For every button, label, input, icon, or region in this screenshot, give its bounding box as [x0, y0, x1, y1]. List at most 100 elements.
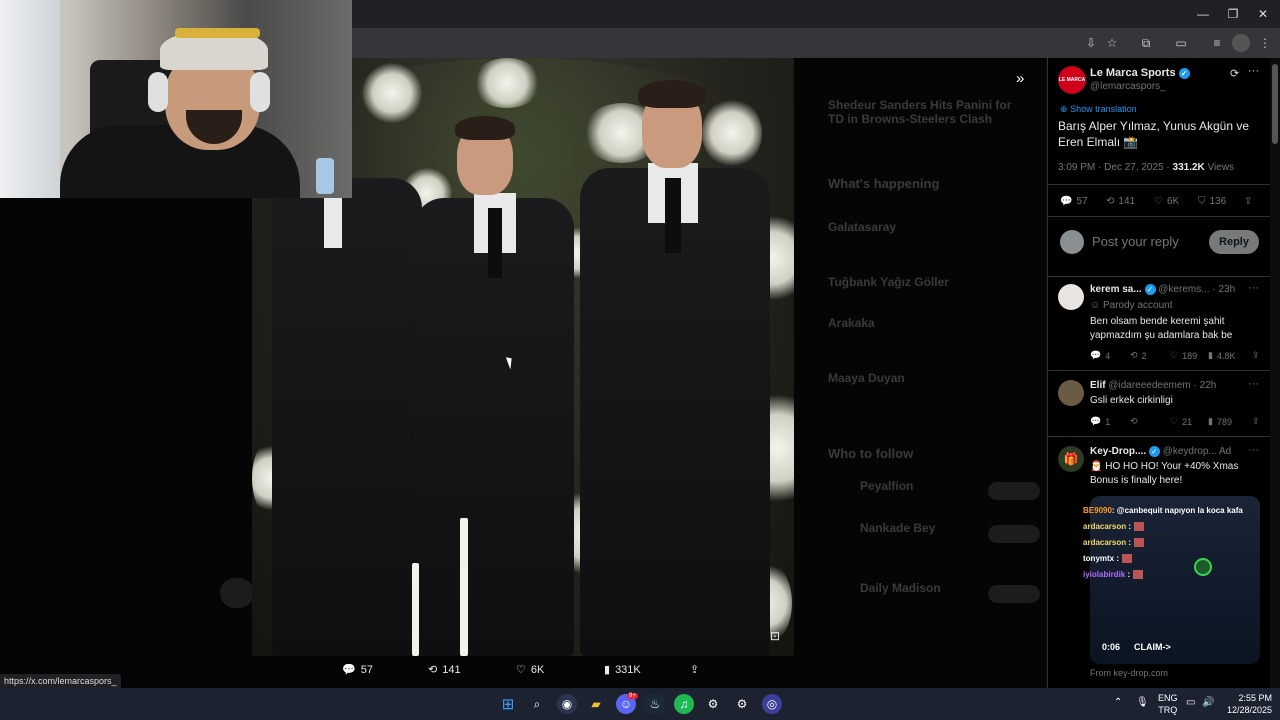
monitor-icon[interactable]: ▭ — [1186, 697, 1195, 709]
reply-header[interactable]: kerem sa... ✓ @kerems... · 23h — [1090, 284, 1235, 295]
microphone-icon[interactable]: 🎙 — [1136, 697, 1149, 709]
media-views-button[interactable]: ▮ 331K — [604, 663, 641, 677]
bar-chart-icon: ▮ — [604, 664, 611, 676]
heart-icon: ♡ — [1154, 196, 1163, 207]
reply-reply-button[interactable]: 💬 1 — [1090, 416, 1110, 427]
emote-icon — [1134, 538, 1145, 548]
ad-text-line: Bonus is finally here! — [1090, 475, 1183, 486]
reply-like-button[interactable]: ♡ 21 — [1170, 416, 1192, 427]
media-reply-count: 57 — [360, 663, 373, 676]
settings-icon[interactable]: ⚙ — [732, 694, 752, 714]
extensions-icon[interactable]: ⧉ — [1137, 34, 1155, 52]
flower — [702, 98, 762, 168]
ghost-follow-1: Peyalfion — [860, 479, 914, 493]
ad-text-line: 🎅 HO HO HO! Your +40% Xmas — [1090, 461, 1239, 472]
app-icon[interactable]: ⚙ — [703, 694, 723, 714]
more-options-icon[interactable]: ··· — [1248, 282, 1259, 294]
claim-button[interactable]: CLAIM-> — [1134, 642, 1171, 652]
candle — [412, 563, 419, 656]
file-explorer-icon[interactable]: ▰ — [586, 694, 606, 714]
more-options-icon[interactable]: ··· — [1248, 65, 1259, 77]
restore-icon[interactable]: ❐ — [1218, 4, 1248, 24]
share-icon: ⇪ — [1252, 416, 1260, 426]
reply-submit-button[interactable]: Reply — [1209, 230, 1259, 254]
media-action-bar: 💬 57 ⟲ 141 ♡ 6K ▮ 331K ⇪ — [0, 656, 1046, 688]
more-options-icon[interactable]: ··· — [1248, 378, 1259, 390]
bar-chart-icon: ▮ — [1208, 416, 1213, 426]
reply-avatar[interactable] — [1058, 284, 1084, 310]
reply-button[interactable]: 💬 57 — [1060, 196, 1088, 207]
tweet-text: Barış Alper Yılmaz, Yunus Akgün ve Eren … — [1058, 119, 1250, 149]
language-indicator[interactable]: ENG TRQ — [1158, 692, 1178, 716]
share-button[interactable]: ⇪ — [1244, 196, 1252, 207]
ghost-whats-happening: What's happening — [828, 176, 940, 191]
repost-button[interactable]: ⟲ 141 — [1106, 196, 1135, 207]
bookmark-button[interactable]: ⛉ 136 — [1198, 196, 1226, 207]
search-icon[interactable]: ⌕ — [527, 694, 547, 714]
link-status-url: https://x.com/lemarcaspors_ — [0, 674, 121, 688]
scroll-thumb[interactable] — [1272, 64, 1278, 144]
reply-repost-button[interactable]: ⟲ 2 — [1130, 350, 1147, 361]
tray-chevron-icon[interactable]: ⌃ — [1114, 697, 1122, 709]
media-share-button[interactable]: ⇪ — [690, 663, 699, 676]
tweet-timestamp[interactable]: 3:09 PM · Dec 27, 2025 · 331.2K Views — [1058, 162, 1234, 173]
media-like-button[interactable]: ♡ 6K — [516, 663, 544, 677]
ad-source[interactable]: From key-drop.com — [1090, 668, 1168, 678]
water-bottle — [316, 158, 334, 194]
windows-taskbar: ⊞ ⌕ ◉ ▰ ☺ 9+ ♨ ♫ ⚙ ⚙ ◎ ⌃ 🎙 ENG TRQ ▭ 🔊 2:… — [0, 688, 1280, 720]
profile-avatar[interactable] — [1232, 34, 1250, 52]
reply-input[interactable]: Post your reply — [1092, 234, 1179, 249]
clock[interactable]: 2:55 PM 12/28/2025 — [1222, 692, 1272, 716]
ghost-trending-headline: Shedeur Sanders Hits Panini for TD in Br… — [828, 98, 1012, 126]
bookmark-star-icon[interactable]: ☆ — [1103, 34, 1121, 52]
author-handle[interactable]: @lemarcaspors_ — [1090, 81, 1166, 92]
grok-icon[interactable]: ⟳ — [1230, 67, 1239, 80]
tweet-detail-panel: LE MARCA Le Marca Sports ✓ @lemarcaspors… — [1047, 58, 1270, 688]
chrome-icon[interactable]: ◉ — [557, 694, 577, 714]
share-icon: ⇪ — [1244, 196, 1253, 207]
more-options-icon[interactable]: ··· — [1248, 444, 1259, 456]
reply-views-button[interactable]: ▮ 789 — [1208, 416, 1232, 427]
steam-icon[interactable]: ♨ — [645, 694, 665, 714]
close-icon[interactable]: ✕ — [1248, 4, 1278, 24]
cast-icon[interactable]: ▭ — [1172, 34, 1190, 52]
reply-header[interactable]: Elif @idareeedeemem · 22h — [1090, 380, 1216, 391]
like-button[interactable]: ♡ 6K — [1154, 196, 1179, 207]
spotify-icon[interactable]: ♫ — [674, 694, 694, 714]
divider — [1048, 216, 1270, 217]
video-controls: 0:06 CLAIM-> — [1090, 640, 1260, 658]
reply-like-button[interactable]: ♡ 189 — [1170, 350, 1197, 361]
reply-reply-button[interactable]: 💬 4 — [1090, 350, 1110, 361]
heart-icon: ♡ — [1170, 350, 1179, 360]
verified-badge-icon: ✓ — [1144, 284, 1156, 295]
show-translation-link[interactable]: ⊕ Show translation — [1060, 104, 1137, 115]
reply-avatar[interactable] — [1058, 380, 1084, 406]
browser-menu-icon[interactable]: ⋮ — [1256, 34, 1274, 52]
divider — [1048, 370, 1270, 371]
advertiser-avatar[interactable]: 🎁 — [1058, 446, 1084, 472]
media-reply-button[interactable]: 💬 57 — [342, 663, 373, 677]
candle — [460, 518, 468, 656]
chat-message: ardacarson : — [1083, 538, 1145, 548]
install-app-icon[interactable]: ⇩ — [1082, 34, 1100, 52]
ad-header[interactable]: Key-Drop.... ✓ @keydrop... Ad — [1090, 446, 1231, 457]
reading-list-icon[interactable]: ≡ — [1208, 34, 1226, 52]
volume-icon[interactable]: 🔊 — [1202, 697, 1214, 709]
app-icon[interactable]: ◎ — [762, 694, 782, 714]
reply-repost-button[interactable]: ⟲ — [1130, 416, 1142, 427]
collapse-panel-icon[interactable]: » — [1016, 70, 1024, 87]
windows-start-icon[interactable]: ⊞ — [498, 694, 518, 714]
ghost-follow-button — [988, 482, 1040, 500]
photo-alt-icon[interactable]: ⊡ — [766, 629, 784, 647]
author-name[interactable]: Le Marca Sports ✓ — [1090, 67, 1190, 79]
reply-views-button[interactable]: ▮ 4.8K — [1208, 350, 1235, 361]
minimize-icon[interactable]: — — [1188, 4, 1218, 24]
page-scrollbar[interactable] — [1270, 58, 1280, 688]
reply-share-button[interactable]: ⇪ — [1252, 416, 1260, 427]
share-icon: ⇪ — [690, 664, 700, 676]
verified-badge-icon: ✓ — [1148, 446, 1160, 457]
reply-share-button[interactable]: ⇪ — [1252, 350, 1260, 361]
media-repost-button[interactable]: ⟲ 141 — [428, 663, 461, 677]
author-avatar[interactable]: LE MARCA — [1058, 66, 1086, 94]
chat-message: tonymtx : — [1083, 554, 1133, 564]
